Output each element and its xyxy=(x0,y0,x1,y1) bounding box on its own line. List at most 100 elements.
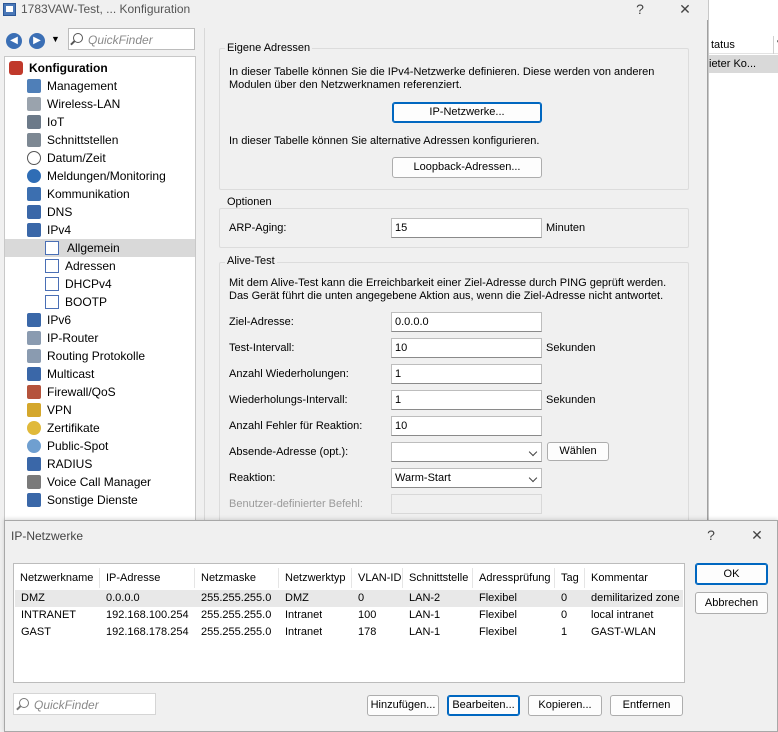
back-arrow-icon[interactable]: ◀ xyxy=(6,33,22,49)
column-header-schnittstelle[interactable]: Schnittstelle xyxy=(403,568,473,588)
test-intervall-label: Test-Intervall: xyxy=(229,342,295,354)
dialog-close-button[interactable]: ✕ xyxy=(745,526,769,544)
public-spot-icon xyxy=(27,439,41,453)
column-header-adresspruefung[interactable]: Adressprüfung xyxy=(473,568,555,588)
cell-adresspruefung: Flexibel xyxy=(479,592,517,604)
background-column-status[interactable]: tatus xyxy=(711,36,735,54)
cell-adresspruefung: Flexibel xyxy=(479,626,517,638)
table-row[interactable]: INTRANET 192.168.100.254 255.255.255.0 I… xyxy=(15,607,683,624)
cell-netzmaske: 255.255.255.0 xyxy=(201,626,272,638)
kopieren-button[interactable]: Kopieren... xyxy=(528,695,602,716)
column-header-kommentar[interactable]: Kommentar xyxy=(585,568,684,588)
reaktion-select[interactable]: Warm-Start xyxy=(391,468,542,488)
anzahl-wiederholungen-label: Anzahl Wiederholungen: xyxy=(229,368,349,380)
iot-icon xyxy=(27,115,41,129)
chevron-down-icon[interactable]: ▼ xyxy=(51,34,60,44)
cell-netzmaske: 255.255.255.0 xyxy=(201,592,272,604)
help-button[interactable]: ? xyxy=(628,0,652,18)
bearbeiten-button[interactable]: Bearbeiten... xyxy=(447,695,520,716)
loopback-adressen-button[interactable]: Loopback-Adressen... xyxy=(392,157,542,178)
dialog-quickfinder-input[interactable]: QuickFinder xyxy=(13,693,156,715)
wiederholungs-intervall-input[interactable]: 1 xyxy=(391,390,542,410)
network-icon xyxy=(27,457,41,471)
wiederholungs-intervall-unit: Sekunden xyxy=(546,394,596,406)
tree-root-konfiguration[interactable]: Konfiguration xyxy=(9,59,195,77)
column-header-netzwerktyp[interactable]: Netzwerktyp xyxy=(279,568,352,588)
phone-icon xyxy=(27,475,41,489)
column-header-netzwerkname[interactable]: Netzwerkname xyxy=(14,568,100,588)
quickfinder-input[interactable]: QuickFinder xyxy=(68,28,195,50)
cell-vlan-id: 0 xyxy=(358,592,365,604)
communication-icon xyxy=(27,187,41,201)
network-icon xyxy=(27,205,41,219)
cell-schnittstelle: LAN-1 xyxy=(409,626,441,638)
eigene-adressen-description: In dieser Tabelle können Sie die IPv4-Ne… xyxy=(229,66,655,91)
cell-netzwerkname: GAST xyxy=(21,626,51,638)
arp-aging-input[interactable]: 15 xyxy=(391,218,542,238)
network-icon xyxy=(27,313,41,327)
cell-adresspruefung: Flexibel xyxy=(479,609,517,621)
waehlen-button[interactable]: Wählen xyxy=(547,442,609,461)
reaktion-label: Reaktion: xyxy=(229,472,276,484)
cell-netzwerkname: INTRANET xyxy=(21,609,76,621)
anzahl-fehler-input[interactable]: 10 xyxy=(391,416,542,436)
anzahl-wiederholungen-input[interactable]: 1 xyxy=(391,364,542,384)
arp-aging-label: ARP-Aging: xyxy=(229,222,287,234)
dialog-help-button[interactable]: ? xyxy=(699,526,723,544)
background-window: tatus V ieter Ko... xyxy=(708,0,778,522)
forward-arrow-icon[interactable]: ▶ xyxy=(29,33,45,49)
column-header-tag[interactable]: Tag xyxy=(555,568,585,588)
cell-ip-adresse: 192.168.178.254 xyxy=(106,626,189,638)
background-table-header: tatus V xyxy=(709,36,778,54)
cell-vlan-id: 100 xyxy=(358,609,377,621)
test-intervall-input[interactable]: 10 xyxy=(391,338,542,358)
absende-adresse-select[interactable] xyxy=(391,442,542,462)
group-title-optionen: Optionen xyxy=(225,196,274,208)
background-column-v[interactable]: V xyxy=(773,36,778,54)
wrench-icon xyxy=(9,61,23,75)
cell-netzwerktyp: Intranet xyxy=(285,609,323,621)
hinzufuegen-button[interactable]: Hinzufügen... xyxy=(367,695,439,716)
column-header-netzmaske[interactable]: Netzmaske xyxy=(195,568,279,588)
interfaces-icon xyxy=(27,133,41,147)
column-header-ip-adresse[interactable]: IP-Adresse xyxy=(100,568,195,588)
network-icon xyxy=(27,493,41,507)
close-button[interactable]: ✕ xyxy=(673,0,697,18)
content-pane: Eigene Adressen In dieser Tabelle können… xyxy=(204,28,702,524)
table-row[interactable]: DMZ 0.0.0.0 255.255.255.0 DMZ 0 LAN-2 Fl… xyxy=(15,590,683,607)
ip-netzwerke-button[interactable]: IP-Netzwerke... xyxy=(392,102,542,123)
column-header-vlan-id[interactable]: VLAN-ID xyxy=(352,568,403,588)
info-icon xyxy=(27,169,41,183)
cell-tag: 1 xyxy=(561,626,568,638)
network-icon xyxy=(27,367,41,381)
ok-button[interactable]: OK xyxy=(695,563,768,585)
cell-ip-adresse: 0.0.0.0 xyxy=(106,592,140,604)
arp-aging-unit: Minuten xyxy=(546,222,586,234)
cell-schnittstelle: LAN-1 xyxy=(409,609,441,621)
cell-vlan-id: 178 xyxy=(358,626,377,638)
cell-netzwerktyp: Intranet xyxy=(285,626,323,638)
entfernen-button[interactable]: Entfernen xyxy=(610,695,683,716)
reaktion-value: Warm-Start xyxy=(395,472,451,484)
background-table-row[interactable]: ieter Ko... xyxy=(709,55,778,73)
alternative-addresses-description: In dieser Tabelle können Sie alternative… xyxy=(229,135,540,147)
cell-netzwerktyp: DMZ xyxy=(285,592,309,604)
ziel-adresse-input[interactable]: 0.0.0.0 xyxy=(391,312,542,332)
table-row[interactable]: GAST 192.168.178.254 255.255.255.0 Intra… xyxy=(15,624,683,641)
dialog-title: IP-Netzwerke xyxy=(11,529,84,543)
chevron-down-icon xyxy=(528,447,538,457)
cell-tag: 0 xyxy=(561,609,568,621)
search-icon xyxy=(73,33,83,43)
cell-netzmaske: 255.255.255.0 xyxy=(201,609,272,621)
tree-item-allgemein[interactable]: Allgemein xyxy=(5,239,195,257)
config-window: 1783VAW-Test, ... Konfiguration ? ✕ ◀ ▶ … xyxy=(0,0,708,524)
anzahl-fehler-label: Anzahl Fehler für Reaktion: xyxy=(229,420,363,432)
routing-icon xyxy=(27,349,41,363)
app-icon xyxy=(3,3,16,16)
abbrechen-button[interactable]: Abbrechen xyxy=(695,592,768,614)
quickfinder-placeholder: QuickFinder xyxy=(88,33,153,47)
management-icon xyxy=(27,79,41,93)
dialog-quickfinder-placeholder: QuickFinder xyxy=(34,698,99,712)
search-icon xyxy=(19,698,29,708)
cell-schnittstelle: LAN-2 xyxy=(409,592,441,604)
